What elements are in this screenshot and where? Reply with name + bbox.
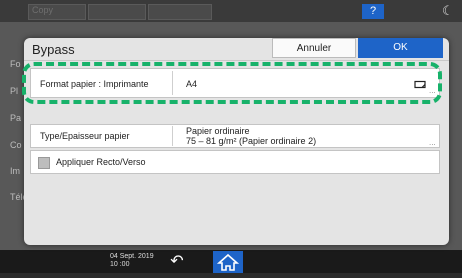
back-icon[interactable]: ↶ <box>162 252 192 272</box>
time-text: 10 :00 <box>110 261 130 268</box>
paper-type-value-line2: 75 – 81 g/m² (Papier ordinaire 2) <box>186 136 317 146</box>
paper-type-value-line1: Papier ordinaire <box>186 126 250 136</box>
more-icon: ... <box>429 138 436 147</box>
top-status-bar <box>0 0 462 22</box>
ok-button[interactable]: OK <box>358 38 443 58</box>
date-text: 04 Sept. 2019 <box>110 253 154 260</box>
home-button[interactable] <box>213 251 243 273</box>
row-divider <box>172 126 173 146</box>
side-item: Fo <box>10 59 21 69</box>
duplex-checkbox[interactable] <box>38 157 50 169</box>
mode-tab[interactable] <box>148 4 212 20</box>
side-item: Im <box>10 166 20 176</box>
user-icon[interactable]: ☾ <box>442 3 454 19</box>
side-item: Co <box>10 140 22 150</box>
help-button[interactable]: ? <box>362 4 384 19</box>
divider <box>24 60 449 61</box>
mode-tab[interactable] <box>88 4 146 20</box>
side-item: Pa <box>10 113 22 123</box>
highlight-frame <box>22 62 442 104</box>
app-title: Copy <box>32 5 54 15</box>
paper-type-value: Papier ordinaire 75 – 81 g/m² (Papier or… <box>186 126 316 146</box>
duplex-label: Appliquer Recto/Verso <box>56 157 146 167</box>
cancel-button[interactable]: Annuler <box>272 38 356 58</box>
date-time: 04 Sept. 2019 10 :00 <box>110 253 154 269</box>
home-icon <box>216 253 240 271</box>
side-item: Pl <box>10 86 19 96</box>
paper-type-label: Type/Epaisseur papier <box>40 131 130 141</box>
dialog-title: Bypass <box>32 42 75 57</box>
